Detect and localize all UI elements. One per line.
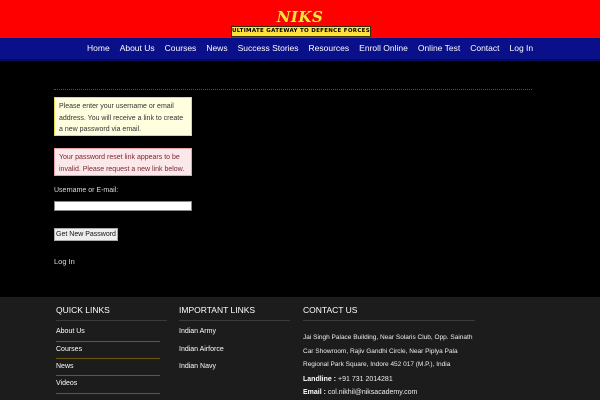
nav-item-contact[interactable]: Contact [465,38,504,59]
site-logo[interactable]: NIKS ACADEMY ULTIMATE GATEWAY TO DEFENCE… [229,8,371,44]
nav-item-enroll-online[interactable]: Enroll Online [354,38,413,59]
nav-item-online-test[interactable]: Online Test [413,38,465,59]
site-header: NIKS ACADEMY ULTIMATE GATEWAY TO DEFENCE… [0,0,600,44]
username-label: Username or E-mail: [54,187,119,194]
nav-item-courses[interactable]: Courses [160,38,202,59]
username-input[interactable] [54,201,192,211]
site-footer: QUICK LINKS About Us Courses News Videos… [0,297,600,400]
footer-link-about-us[interactable]: About Us [56,328,85,335]
footer-link-courses[interactable]: Courses [56,346,82,353]
nav-item-about-us[interactable]: About Us [115,38,160,59]
important-links-title: IMPORTANT LINKS [179,305,256,315]
landline-value: +91 731 2014281 [338,376,393,383]
contact-email: Email : col.nikhil@niksacademy.com [303,389,417,396]
info-message: Please enter your username or email addr… [54,97,192,136]
contact-address: Jai Singh Palace Building, Near Solaris … [303,334,473,368]
footer-link-videos[interactable]: Videos [56,380,77,387]
email-value[interactable]: col.nikhil@niksacademy.com [328,389,417,396]
error-message: Your password reset link appears to be i… [54,148,192,176]
logo-name: NIKS ACADEMY [255,8,345,44]
contact-landline: Landline : +91 731 2014281 [303,376,393,383]
footer-link-indian-airforce[interactable]: Indian Airforce [179,346,224,353]
footer-link-news[interactable]: News [56,363,74,370]
nav-item-success-stories[interactable]: Success Stories [233,38,304,59]
nav-item-log-in[interactable]: Log In [505,38,539,59]
quick-links-title: QUICK LINKS [56,305,110,315]
nav-item-news[interactable]: News [201,38,232,59]
footer-link-indian-navy[interactable]: Indian Navy [179,363,216,370]
login-link[interactable]: Log In [54,257,75,266]
contact-title: CONTACT US [303,305,358,315]
main-nav: Home About Us Courses News Success Stori… [0,37,600,61]
get-new-password-button[interactable]: Get New Password [54,228,118,241]
nav-item-resources[interactable]: Resources [304,38,355,59]
content-divider [54,89,532,90]
landline-label: Landline : [303,376,337,383]
email-label: Email : [303,389,326,396]
footer-link-indian-army[interactable]: Indian Army [179,328,216,335]
nav-item-home[interactable]: Home [82,38,115,59]
logo-tagline: ULTIMATE GATEWAY TO DEFENCE FORCES [231,26,371,37]
